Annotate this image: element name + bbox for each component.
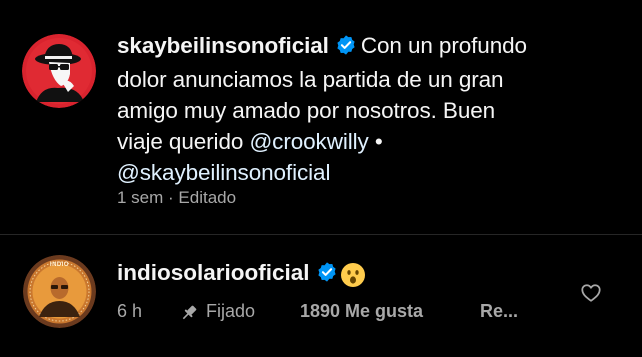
caption-line-4: viaje querido <box>117 129 250 154</box>
heart-icon[interactable] <box>580 282 602 304</box>
caption-username[interactable]: skaybeilinsonoficial <box>117 33 329 58</box>
pin-icon <box>179 303 199 323</box>
comment-header: indiosolariooficial <box>117 260 338 289</box>
verified-badge-icon <box>335 33 357 64</box>
post-caption: skaybeilinsonoficial Con un profundo dolo… <box>0 0 642 234</box>
caption-line-2: dolor anunciamos la partida de un gran <box>117 67 504 92</box>
divider <box>0 234 642 235</box>
skaybeilinson-avatar[interactable] <box>22 34 96 108</box>
mention-separator: • <box>368 129 383 154</box>
comment-time: 6 h <box>117 301 143 321</box>
pinned-label: Fijado <box>206 301 256 321</box>
caption-line-3: amigo muy amado por nosotros. Buen <box>117 98 496 123</box>
caption-text: skaybeilinsonoficial Con un profundo dolo… <box>117 30 587 188</box>
avatar-indio-label: INDIO <box>49 262 70 268</box>
likes-count[interactable]: 1890 Me gusta <box>300 301 423 322</box>
comment-username[interactable]: indiosolariooficial <box>117 260 310 285</box>
caption-meta: 1 sem · Editado <box>117 188 237 207</box>
mention-crookwilly[interactable]: @crookwilly <box>249 129 368 154</box>
mention-skaybeilinson[interactable]: @skaybeilinsonoficial <box>117 160 330 185</box>
verified-badge-icon <box>316 261 338 289</box>
reply-button[interactable]: Re... <box>480 301 518 322</box>
astonished-emoji-icon: 😮 <box>340 262 366 288</box>
caption-line-1: Con un profundo <box>360 33 527 58</box>
indiosolari-avatar[interactable]: INDIO <box>23 255 96 328</box>
